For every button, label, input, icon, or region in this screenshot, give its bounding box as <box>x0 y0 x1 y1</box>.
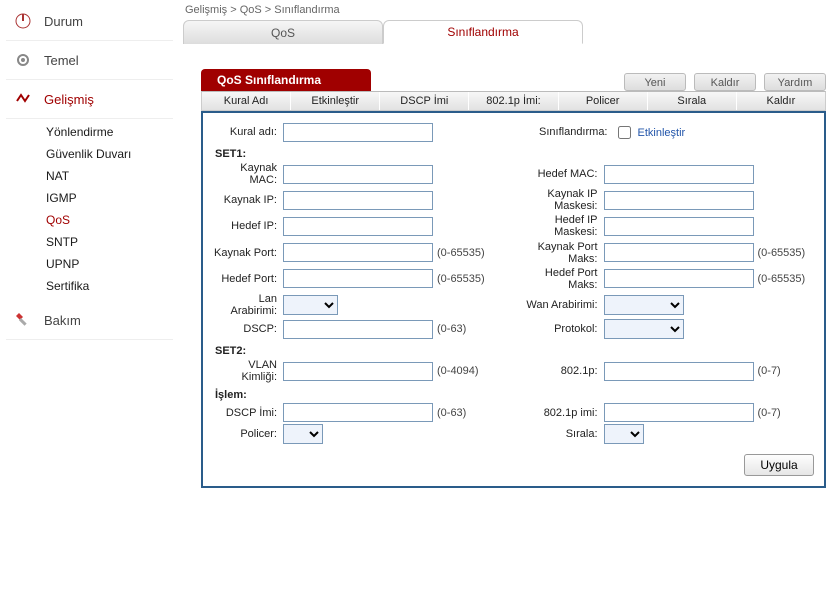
vlan-input[interactable] <box>283 362 433 381</box>
label-dscp-mark: DSCP İmi: <box>213 407 283 419</box>
section-action: İşlem: <box>215 389 814 401</box>
dst-port-input[interactable] <box>283 269 433 288</box>
remove-button[interactable]: Kaldır <box>694 73 756 91</box>
advanced-icon <box>12 88 34 110</box>
label-src-mac: Kaynak MAC: <box>213 162 283 186</box>
sidebar-sub-sntp[interactable]: SNTP <box>46 231 173 253</box>
sidebar-item-maintenance[interactable]: Bakım <box>6 301 173 340</box>
dst-ip-input[interactable] <box>283 217 433 236</box>
tools-icon <box>12 309 34 331</box>
label-dst-ip: Hedef IP: <box>213 220 283 232</box>
label-classification: Sınıflandırma: <box>514 126 614 138</box>
panel-title: QoS Sınıflandırma <box>201 69 371 91</box>
label-src-ip: Kaynak IP: <box>213 194 283 206</box>
dscp-mark-hint: (0-63) <box>437 407 466 419</box>
label-rule-name: Kural adı: <box>213 126 283 138</box>
sidebar-sub-routing[interactable]: Yönlendirme <box>46 121 173 143</box>
section-set1: SET1: <box>215 148 814 160</box>
sidebar-sub-cert[interactable]: Sertifika <box>46 275 173 297</box>
sidebar: Durum Temel Gelişmiş Yönlendirme Güvenli… <box>0 0 175 590</box>
label-8021p-mark: 802.1p imi: <box>514 407 604 419</box>
sidebar-sub-firewall[interactable]: Güvenlik Duvarı <box>46 143 173 165</box>
label-dscp: DSCP: <box>213 323 283 335</box>
label-proto: Protokol: <box>514 323 604 335</box>
sidebar-sub-qos[interactable]: QoS <box>46 209 173 231</box>
src-ip-mask-input[interactable] <box>604 191 754 210</box>
dscp-mark-input[interactable] <box>283 403 433 422</box>
gear-icon <box>12 49 34 71</box>
sidebar-sub-upnp[interactable]: UPNP <box>46 253 173 275</box>
src-port-max-hint: (0-65535) <box>758 247 806 259</box>
sidebar-sub-nat[interactable]: NAT <box>46 165 173 187</box>
apply-button[interactable]: Uygula <box>744 454 814 476</box>
policer-select[interactable] <box>283 424 323 444</box>
page-tabs: QoS Sınıflandırma <box>183 20 826 44</box>
dscp-input[interactable] <box>283 320 433 339</box>
dscp-hint: (0-63) <box>437 323 466 335</box>
sidebar-item-label: Gelişmiş <box>44 92 94 107</box>
label-dst-ip-mask: Hedef IP Maskesi: <box>514 214 604 238</box>
form-box: Kural adı: Sınıflandırma: Etkinleştir SE… <box>201 111 826 488</box>
help-button[interactable]: Yardım <box>764 73 826 91</box>
label-order: Sırala: <box>514 428 604 440</box>
proto-select[interactable] <box>604 319 684 339</box>
sidebar-item-advanced[interactable]: Gelişmiş <box>6 80 173 119</box>
breadcrumb: Gelişmiş > QoS > Sınıflandırma <box>183 2 826 20</box>
dst-port-max-hint: (0-65535) <box>758 273 806 285</box>
label-src-port-max: Kaynak Port Maks: <box>514 241 604 265</box>
vlan-hint: (0-4094) <box>437 365 479 377</box>
column-header-row: Kural Adı Etkinleştir DSCP İmi 802.1p İm… <box>201 91 826 111</box>
sidebar-item-label: Temel <box>44 53 79 68</box>
col-order: Sırala <box>648 92 737 110</box>
order-select[interactable] <box>604 424 644 444</box>
label-dst-port-max: Hedef Port Maks: <box>514 267 604 291</box>
dst-ip-mask-input[interactable] <box>604 217 754 236</box>
dst-port-max-input[interactable] <box>604 269 754 288</box>
label-vlan: VLAN Kimliği: <box>213 359 283 383</box>
dst-port-hint: (0-65535) <box>437 273 485 285</box>
label-policer: Policer: <box>213 428 283 440</box>
sidebar-item-label: Durum <box>44 14 83 29</box>
p8021-input[interactable] <box>604 362 754 381</box>
col-8021p: 802.1p İmi: <box>469 92 558 110</box>
col-dscp: DSCP İmi <box>380 92 469 110</box>
col-enable: Etkinleştir <box>291 92 380 110</box>
src-mac-input[interactable] <box>283 165 433 184</box>
label-src-ip-mask: Kaynak IP Maskesi: <box>514 188 604 212</box>
label-8021p: 802.1p: <box>514 365 604 377</box>
enable-checkbox[interactable] <box>618 126 631 139</box>
label-src-port: Kaynak Port: <box>213 247 283 259</box>
src-ip-input[interactable] <box>283 191 433 210</box>
sidebar-sub-list: Yönlendirme Güvenlik Duvarı NAT IGMP QoS… <box>6 119 173 301</box>
lan-if-select[interactable] <box>283 295 338 315</box>
dst-mac-input[interactable] <box>604 165 754 184</box>
label-dst-mac: Hedef MAC: <box>514 168 604 180</box>
src-port-max-input[interactable] <box>604 243 754 262</box>
label-wan-if: Wan Arabirimi: <box>514 299 604 311</box>
wan-if-select[interactable] <box>604 295 684 315</box>
col-remove: Kaldır <box>737 92 825 110</box>
label-lan-if: Lan Arabirimi: <box>213 293 283 317</box>
main-content: Gelişmiş > QoS > Sınıflandırma QoS Sınıf… <box>175 0 834 590</box>
col-policer: Policer <box>559 92 648 110</box>
p8021-mark-hint: (0-7) <box>758 407 781 419</box>
src-port-hint: (0-65535) <box>437 247 485 259</box>
label-dst-port: Hedef Port: <box>213 273 283 285</box>
status-icon <box>12 10 34 32</box>
tab-qos[interactable]: QoS <box>183 20 383 44</box>
src-port-input[interactable] <box>283 243 433 262</box>
sidebar-item-basic[interactable]: Temel <box>6 41 173 80</box>
p8021-hint: (0-7) <box>758 365 781 377</box>
col-rule: Kural Adı <box>202 92 291 110</box>
p8021-mark-input[interactable] <box>604 403 754 422</box>
tab-classification[interactable]: Sınıflandırma <box>383 20 583 44</box>
enable-checkbox-label: Etkinleştir <box>638 127 686 139</box>
new-button[interactable]: Yeni <box>624 73 686 91</box>
rule-name-input[interactable] <box>283 123 433 142</box>
enable-checkbox-wrap[interactable]: Etkinleştir <box>614 123 686 142</box>
sidebar-item-label: Bakım <box>44 313 81 328</box>
sidebar-item-status[interactable]: Durum <box>6 6 173 41</box>
sidebar-sub-igmp[interactable]: IGMP <box>46 187 173 209</box>
section-set2: SET2: <box>215 345 814 357</box>
